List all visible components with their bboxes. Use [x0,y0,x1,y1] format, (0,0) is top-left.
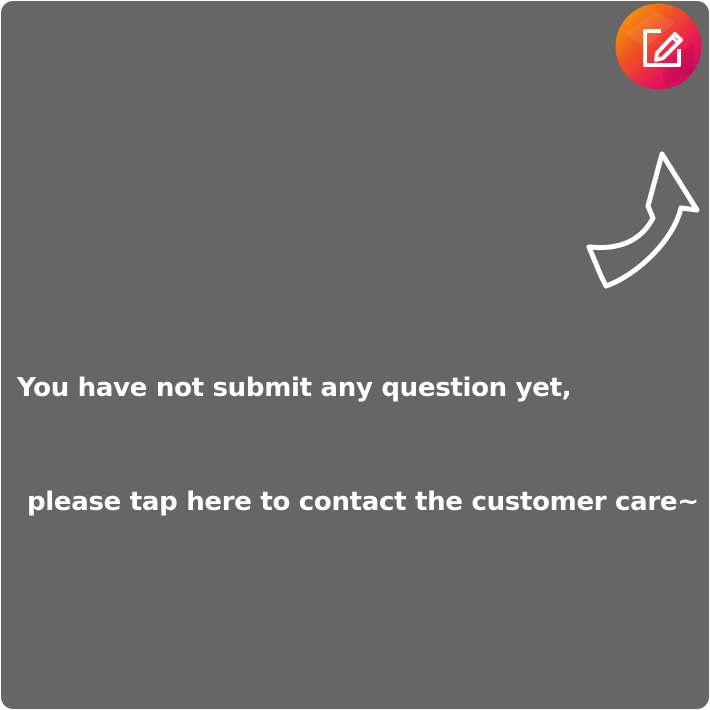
curved-arrow-icon [586,151,700,289]
hint-line-2: please tap here to contact the customer … [27,487,699,517]
hint-line-1: You have not submit any question yet, [17,373,572,403]
guide-overlay: You have not submit any question yet, pl… [1,1,709,709]
contact-customer-care-button[interactable] [615,3,702,90]
empty-state-hint: You have not submit any question yet, pl… [17,293,699,597]
edit-icon [615,3,702,90]
